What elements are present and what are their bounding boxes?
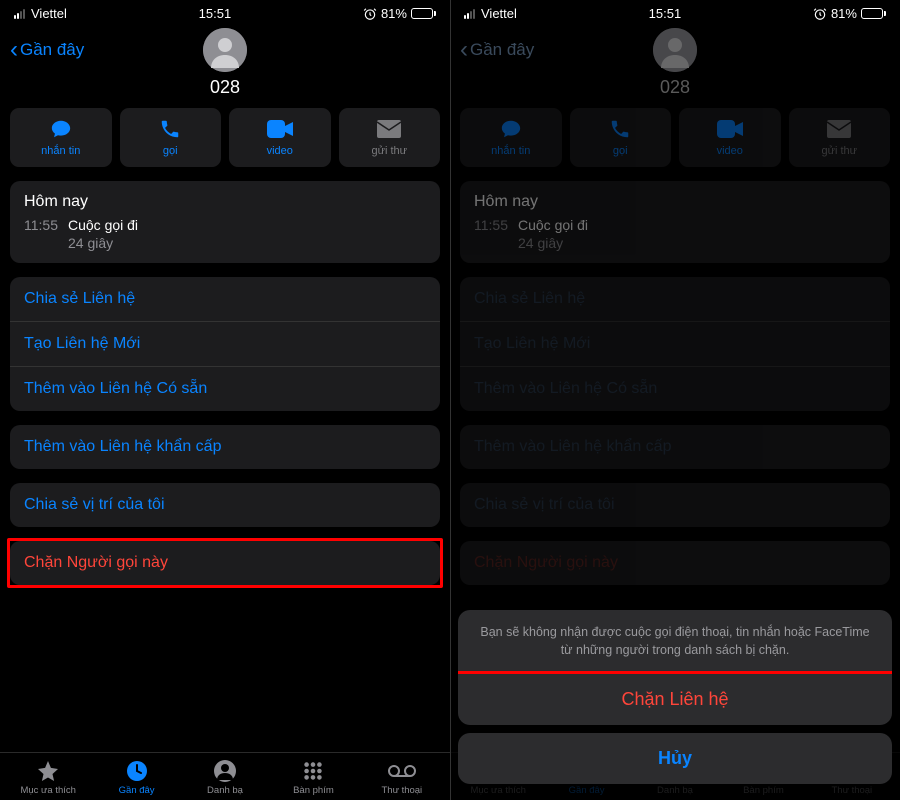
voicemail-icon [388, 759, 416, 783]
video-label: video [267, 145, 293, 157]
cancel-button[interactable]: Hủy [458, 733, 892, 784]
menu-group-contact: Chia sẻ Liên hệ Tạo Liên hệ Mới Thêm vào… [10, 277, 440, 411]
status-left: Viettel [14, 6, 67, 21]
call-button[interactable]: gọi [120, 108, 222, 167]
action-row: nhắn tin gọi video gửi thư [0, 108, 450, 167]
tab-keypad[interactable]: Bàn phím [269, 759, 357, 796]
mail-icon [377, 118, 401, 140]
menu-group-emergency: Thêm vào Liên hệ khẩn cấp [10, 425, 440, 469]
chevron-left-icon: ‹ [10, 38, 18, 62]
keypad-icon [302, 759, 324, 783]
mail-label: gửi thư [371, 145, 407, 157]
battery-pct: 81% [381, 6, 407, 21]
mail-button: gửi thư [339, 108, 441, 167]
message-label: nhắn tin [41, 145, 80, 157]
action-sheet: Bạn sẽ không nhận được cuộc gọi điện tho… [458, 610, 892, 792]
block-contact-button[interactable]: Chặn Liên hệ [458, 674, 892, 725]
phone-icon [159, 118, 181, 140]
tab-bar: Mục ưa thích Gần đây Danh bạ Bàn phím Th… [0, 752, 450, 800]
create-contact-item[interactable]: Tạo Liên hệ Mới [10, 322, 440, 367]
action-sheet-overlay: Bạn sẽ không nhận được cuộc gọi điện tho… [450, 0, 900, 800]
log-time: 11:55 [24, 217, 58, 251]
nav-bar: ‹ Gần đây [0, 25, 450, 73]
alarm-icon [363, 7, 377, 21]
tab-recents-label: Gần đây [119, 785, 155, 796]
phone-right: Viettel 15:51 81% ‹ Gần đây 028 nhắn tin [450, 0, 900, 800]
log-row: 11:55 Cuộc gọi đi 24 giây [24, 217, 426, 251]
log-duration: 24 giây [68, 235, 138, 251]
add-emergency-item[interactable]: Thêm vào Liên hệ khẩn cấp [10, 425, 440, 469]
status-bar: Viettel 15:51 81% [0, 0, 450, 25]
add-existing-item[interactable]: Thêm vào Liên hệ Có sẵn [10, 367, 440, 411]
tab-contacts[interactable]: Danh bạ [181, 759, 269, 796]
tab-recents[interactable]: Gần đây [92, 759, 180, 796]
share-contact-item[interactable]: Chia sẻ Liên hệ [10, 277, 440, 322]
sheet-main-block: Bạn sẽ không nhận được cuộc gọi điện tho… [458, 610, 892, 725]
tab-keypad-label: Bàn phím [293, 785, 334, 796]
person-icon [213, 759, 237, 783]
back-label: Gần đây [20, 40, 84, 60]
signal-icon [14, 9, 25, 19]
content: Hôm nay 11:55 Cuộc gọi đi 24 giây Chia s… [0, 167, 450, 800]
log-type: Cuộc gọi đi [68, 217, 138, 233]
sheet-message: Bạn sẽ không nhận được cuộc gọi điện tho… [458, 610, 892, 674]
message-icon [49, 118, 73, 140]
tab-contacts-label: Danh bạ [207, 785, 243, 796]
menu-group-location: Chia sẻ vị trí của tôi [10, 483, 440, 527]
video-button[interactable]: video [229, 108, 331, 167]
tab-favorites[interactable]: Mục ưa thích [4, 759, 92, 796]
share-location-item[interactable]: Chia sẻ vị trí của tôi [10, 483, 440, 527]
star-icon [36, 759, 60, 783]
carrier-label: Viettel [31, 6, 67, 21]
video-icon [267, 118, 293, 140]
tab-voicemail-label: Thư thoại [381, 785, 422, 796]
clock-icon [125, 759, 149, 783]
clock: 15:51 [199, 6, 232, 21]
sheet-cancel-block: Hủy [458, 733, 892, 784]
back-button[interactable]: ‹ Gần đây [10, 38, 84, 62]
block-highlight: Chặn Người gọi này [10, 541, 440, 585]
tab-favorites-label: Mục ưa thích [20, 785, 75, 796]
avatar[interactable] [203, 28, 247, 72]
battery-icon [411, 8, 436, 19]
status-right: 81% [363, 6, 436, 21]
call-label: gọi [163, 145, 178, 157]
phone-left: Viettel 15:51 81% ‹ Gần đây 028 nhắn tin [0, 0, 450, 800]
log-title: Hôm nay [24, 193, 426, 211]
block-caller-item[interactable]: Chặn Người gọi này [10, 541, 440, 585]
contact-number: 028 [0, 73, 450, 108]
call-log-card: Hôm nay 11:55 Cuộc gọi đi 24 giây [10, 181, 440, 263]
message-button[interactable]: nhắn tin [10, 108, 112, 167]
tab-voicemail[interactable]: Thư thoại [358, 759, 446, 796]
